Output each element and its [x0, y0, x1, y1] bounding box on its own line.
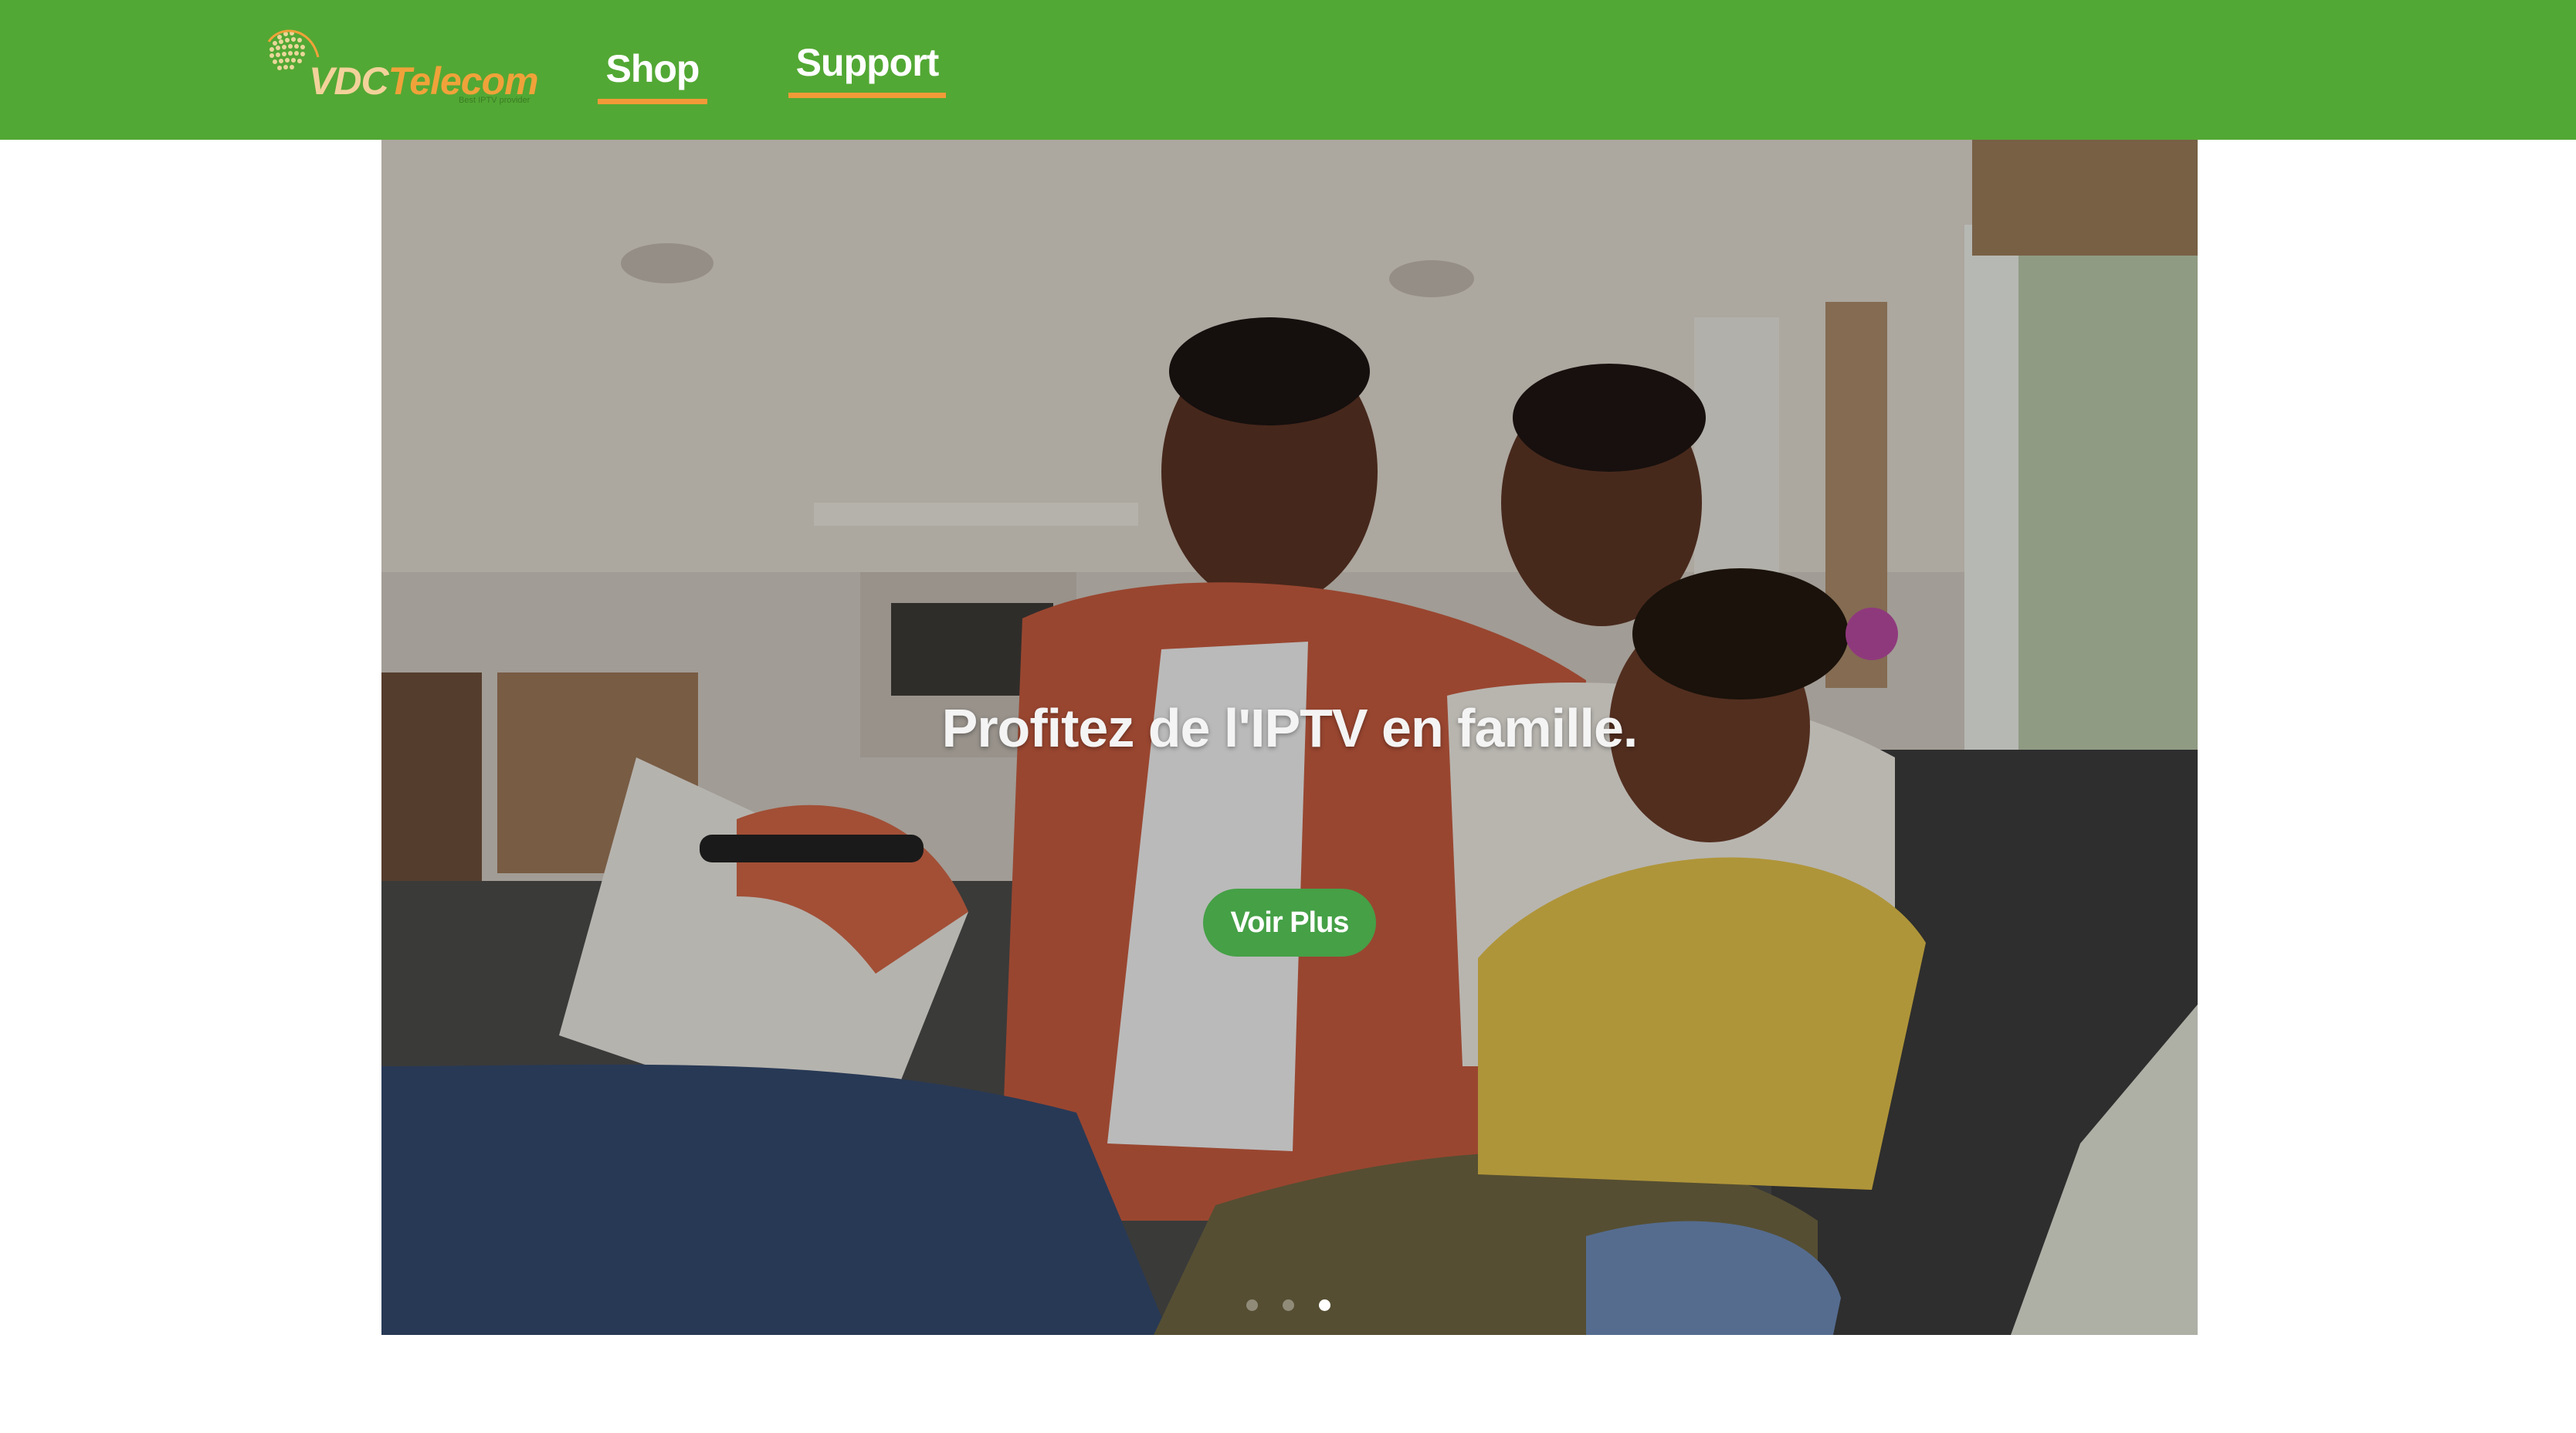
carousel-indicators — [1246, 1299, 1339, 1315]
carousel-dot-2[interactable] — [1283, 1299, 1294, 1311]
hero-carousel: Profitez de l'IPTV en famille. Voir Plus — [381, 140, 2198, 1335]
logo-tagline: Best IPTV provider — [459, 96, 530, 105]
site-logo[interactable]: VDCTelecom Best IPTV provider — [259, 22, 547, 107]
nav-link-support[interactable]: Support — [788, 43, 946, 98]
nav-link-shop[interactable]: Shop — [598, 49, 707, 104]
top-navbar: VDCTelecom Best IPTV provider Shop Suppo… — [0, 0, 2576, 140]
hero-title: Profitez de l'IPTV en famille. — [941, 698, 1639, 758]
carousel-dot-1[interactable] — [1246, 1299, 1258, 1311]
voir-plus-button[interactable]: Voir Plus — [1203, 889, 1376, 957]
carousel-dot-3-active[interactable] — [1319, 1299, 1330, 1311]
logo-brand-part1: VDC — [309, 59, 389, 103]
